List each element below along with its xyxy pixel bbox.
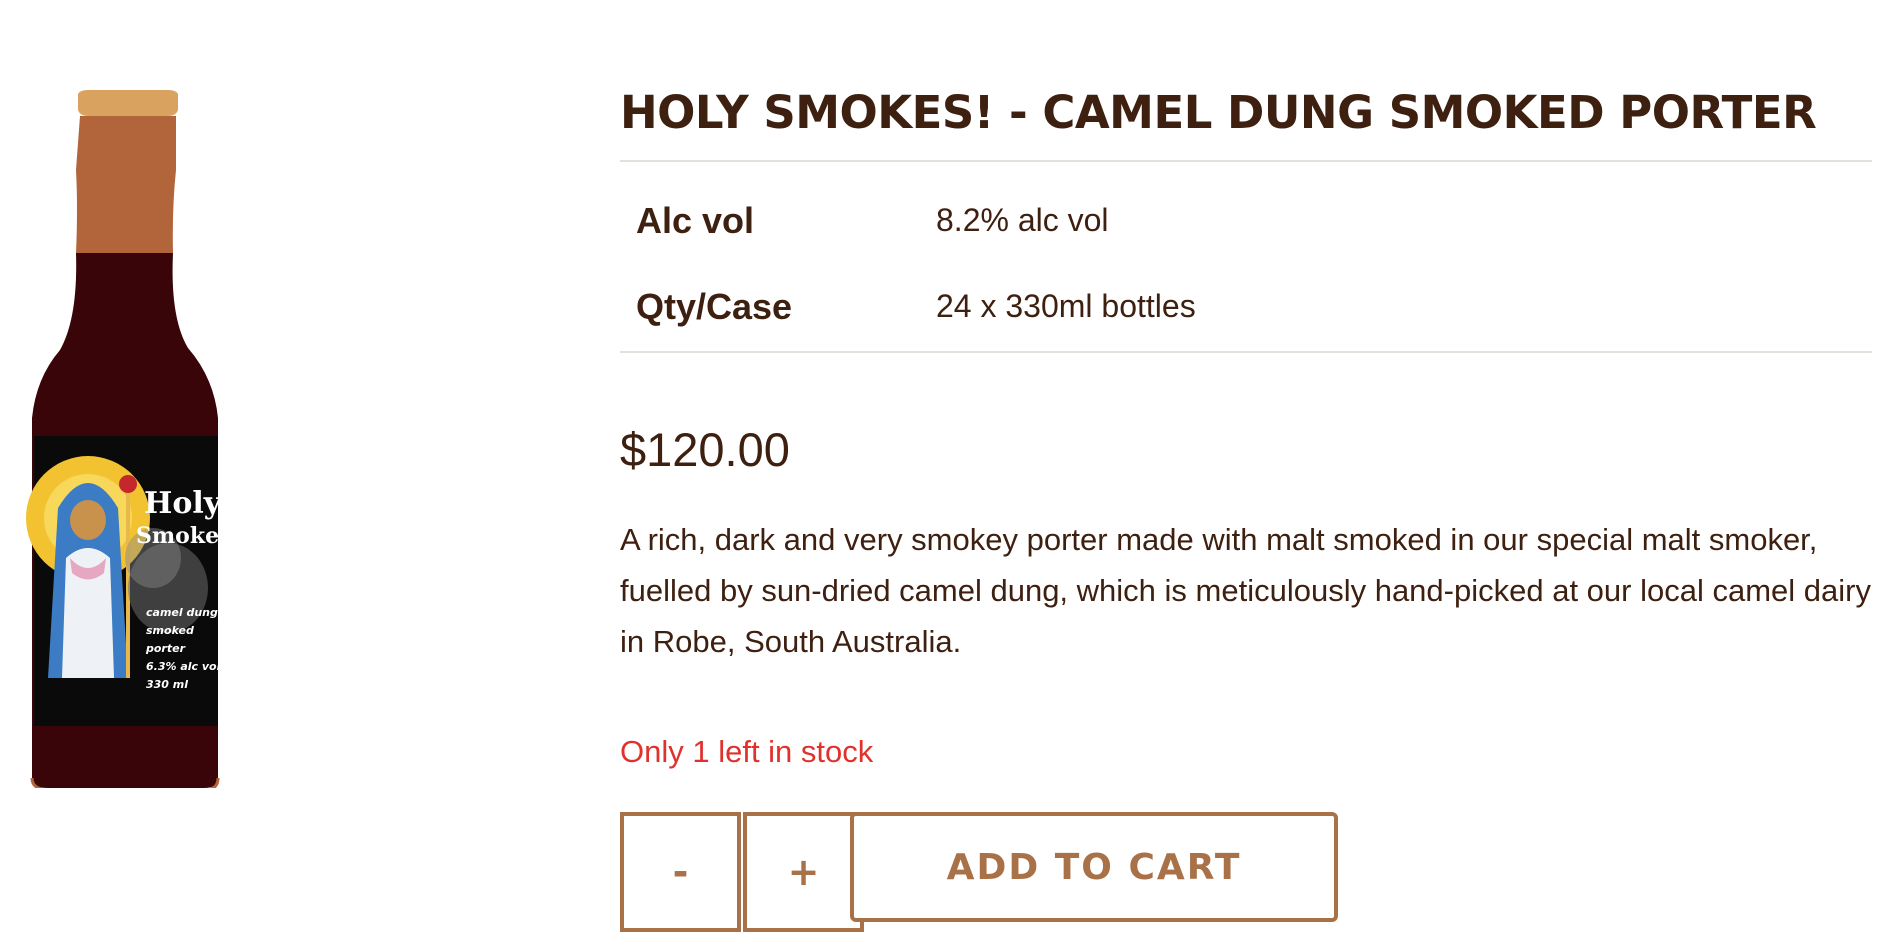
beer-bottle-image: Holy Smokes! camel dung smoked porter 6.…	[26, 90, 241, 792]
bottle-label-line: camel dung	[146, 606, 218, 619]
spec-row: Qty/Case 24 x 330ml bottles	[620, 276, 1872, 362]
bottle-label-line: 6.3% alc vol	[146, 660, 221, 673]
product-description: A rich, dark and very smokey porter made…	[620, 522, 1871, 659]
bottle-label-line: 330 ml	[146, 678, 188, 691]
product-title: HOLY SMOKES! - CAMEL DUNG SMOKED PORTER	[620, 86, 1817, 139]
bottle-label-line: smoked	[146, 624, 194, 637]
decrement-button[interactable]: -	[620, 812, 741, 932]
spec-label: Qty/Case	[636, 286, 793, 327]
spec-row: Alc vol 8.2% alc vol	[620, 190, 1872, 276]
bottle-brand-line1: Holy	[144, 486, 223, 521]
spec-value: 24 x 330ml bottles	[936, 288, 1196, 324]
bottle-brand-line2: Smokes!	[136, 523, 228, 549]
add-to-cart-button[interactable]: ADD TO CART	[850, 812, 1338, 922]
quantity-stepper: - +	[620, 812, 864, 932]
spec-label: Alc vol	[636, 200, 755, 241]
increment-button[interactable]: +	[743, 812, 864, 932]
product-specs-table: Alc vol 8.2% alc vol Qty/Case 24 x 330ml…	[620, 190, 1872, 362]
stock-notice: Only 1 left in stock	[620, 734, 874, 769]
divider	[620, 160, 1872, 162]
spec-value: 8.2% alc vol	[936, 202, 1109, 238]
divider	[620, 351, 1872, 353]
product-image: Holy Smokes! camel dung smoked porter 6.…	[18, 88, 241, 792]
product-price: $120.00	[620, 423, 790, 476]
bottle-label-line: porter	[145, 642, 186, 655]
